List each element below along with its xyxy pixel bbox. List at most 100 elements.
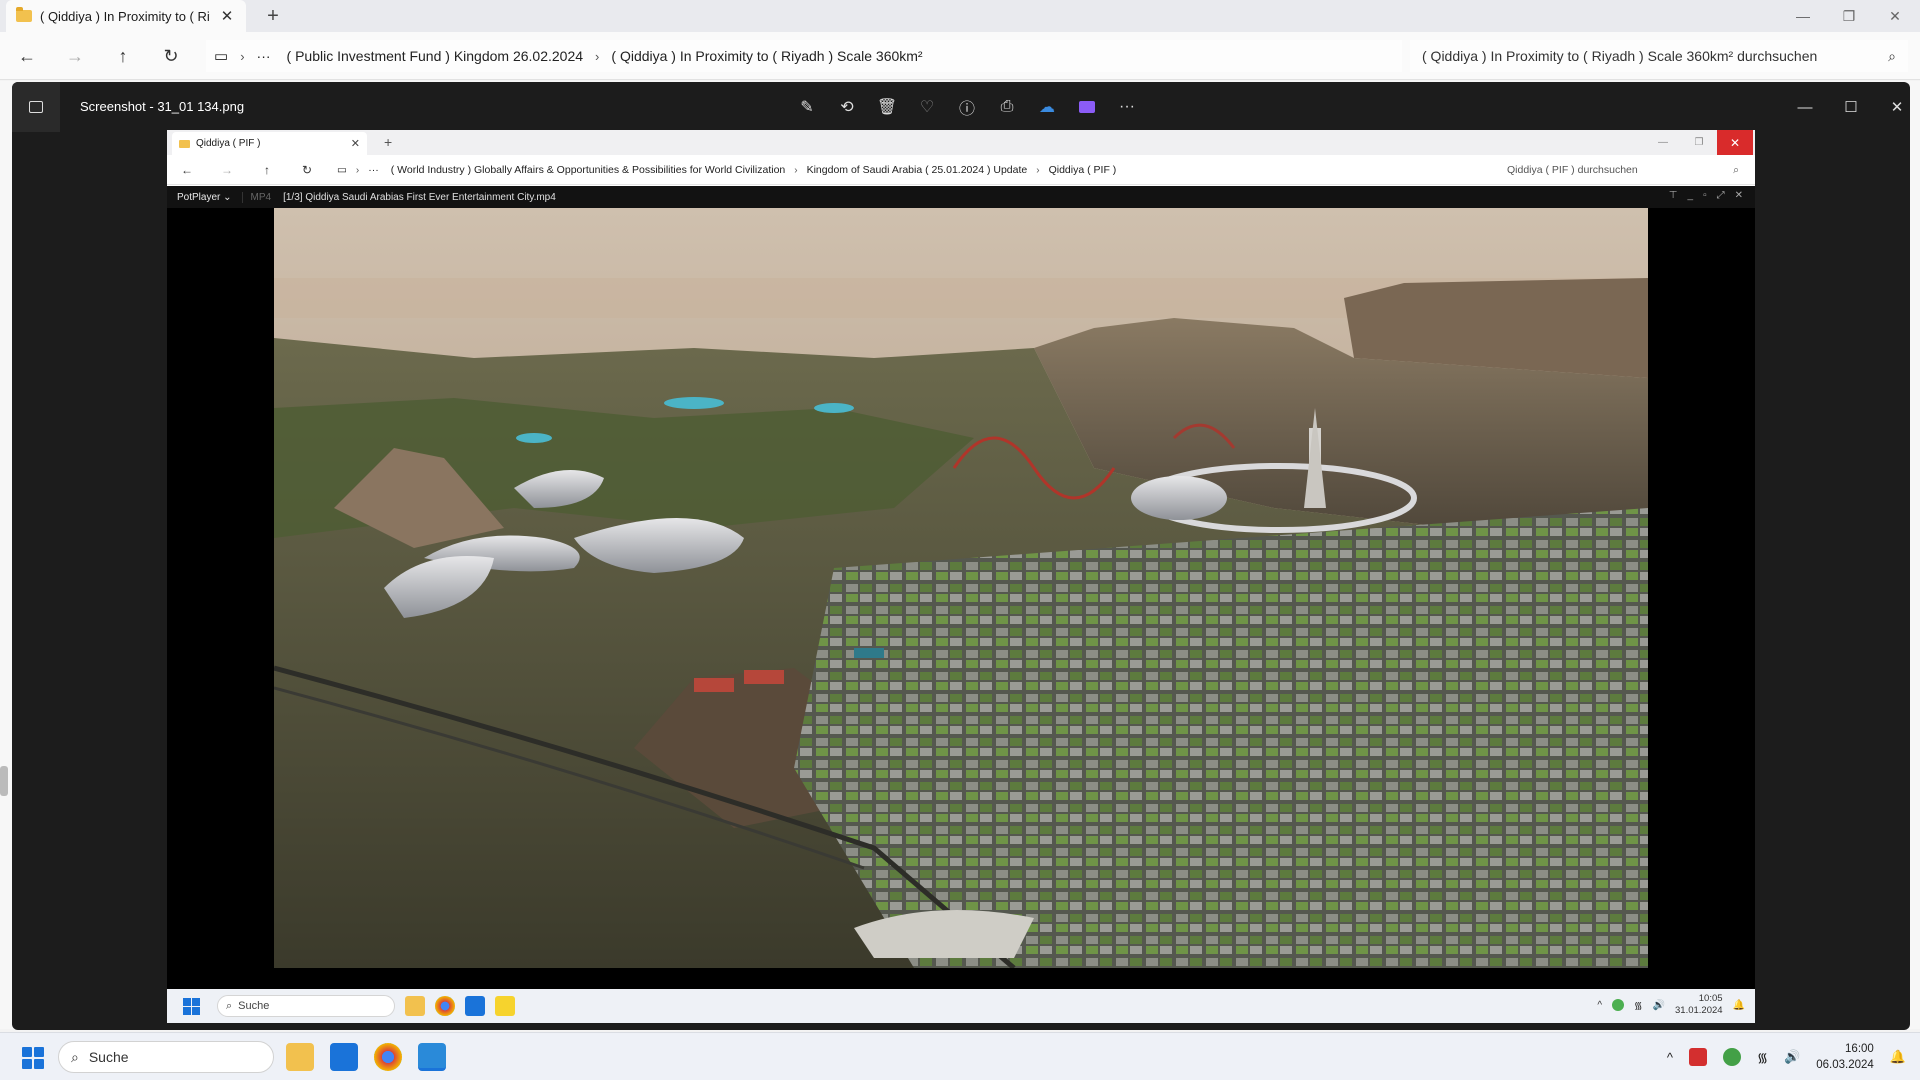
breadcrumb-item: Qiddiya ( PIF ) [1048,164,1117,176]
overflow-ellipsis[interactable]: ··· [249,48,279,64]
chevron-up-icon[interactable]: ^ [1667,1050,1673,1065]
potplayer-window: PotPlayer ⌄ MP4 [1/3] Qiddiya Saudi Arab… [167,186,1755,989]
close-tab-icon[interactable]: ✕ [218,7,236,25]
viewer-title-bar: Screenshot - 31_01 134.png ✎ ⟲ 🗑 ♡ ⓘ ⎙ ☁… [12,82,1910,132]
up-arrow-icon[interactable]: ↑ [110,44,136,68]
chevron-right-icon: › [595,48,600,64]
minimize-icon: _ [1687,190,1694,201]
search-placeholder: ( Qiddiya ) In Proximity to ( Riyadh ) S… [1422,48,1818,64]
chevron-up-icon: ^ [1597,999,1603,1011]
clock[interactable]: 16:00 06.03.2024 [1816,1041,1874,1073]
refresh-icon[interactable]: ↻ [158,44,184,68]
potplayer-icon [495,996,515,1016]
screenshot-image: Qiddiya ( PIF ) ✕ + — ❐ ✕ ← → ↑ ↻ ▭ › ··… [167,130,1755,1023]
onedrive-icon[interactable]: ☁ [1034,94,1060,120]
scrollbar-thumb[interactable] [0,766,8,796]
taskbar-search-input[interactable]: ⌕ Suche [58,1041,274,1073]
search-icon: ⌕ [1888,47,1896,64]
chevron-right-icon: › [355,164,360,176]
taskbar-search-label: Suche [88,1049,129,1065]
potplayer-menu: PotPlayer ⌄ [167,191,243,203]
info-icon[interactable]: ⓘ [954,94,980,120]
volume-icon[interactable]: 🔊 [1784,1049,1800,1065]
restore-icon: ❐ [1694,137,1704,148]
breadcrumb-item[interactable]: ( Qiddiya ) In Proximity to ( Riyadh ) S… [603,48,930,64]
file-explorer-icon[interactable] [286,1043,314,1071]
explorer-tab-bar: ( Qiddiya ) In Proximity to ( Riyadh ) S… [0,0,1920,32]
overflow-ellipsis: ··· [368,164,379,176]
windows-start-icon [183,998,200,1015]
store-icon [465,996,485,1016]
viewer-minimize-button[interactable]: — [1792,94,1818,120]
chrome-icon[interactable] [374,1043,402,1071]
chevron-right-icon: › [240,48,245,64]
close-button[interactable]: ✕ [1872,0,1918,32]
volume-icon: 🔊 [1652,999,1665,1011]
rotate-icon[interactable]: ⟲ [834,94,860,120]
delete-icon[interactable]: 🗑 [874,94,900,120]
inner-explorer-tab: Qiddiya ( PIF ) ✕ [172,132,367,155]
maximize-icon: ▫ [1703,190,1707,201]
edit-icon[interactable]: ✎ [794,94,820,120]
inner-clock: 10:05 31.01.2024 [1675,993,1723,1016]
new-tab-icon: + [384,134,393,150]
close-tab-icon: ✕ [350,138,360,150]
player-window-controls: ⊤ _ ▫ ⤢ ✕ [1669,190,1743,201]
wifi-icon: ᯾ [1634,1001,1643,1012]
video-frame [274,208,1648,968]
search-icon: ⌕ [71,1048,79,1065]
address-bar[interactable]: ▭ › ··· ( Public Investment Fund ) Kingd… [206,40,1402,72]
acrobat-icon[interactable] [1688,1048,1707,1066]
monitor-icon: ▭ [214,48,229,65]
windows-start-button[interactable] [22,1047,44,1069]
notification-bell-icon[interactable]: 🔔 [1890,1049,1906,1065]
viewer-title: Screenshot - 31_01 134.png [80,99,245,114]
breadcrumb-item: ( World Industry ) Globally Affairs & Op… [390,164,786,176]
taskbar: ⌕ Suche ^ ᯾ 🔊 16:00 06.03.2024 🔔 [0,1032,1920,1080]
file-explorer-icon [405,996,425,1016]
fullscreen-icon: ⤢ [1716,190,1725,201]
favorite-heart-icon[interactable]: ♡ [914,94,940,120]
inner-system-tray: ^ ᯾ 🔊 10:05 31.01.2024 🔔 [1597,993,1745,1017]
system-tray: ^ ᯾ 🔊 16:00 06.03.2024 🔔 [1667,1039,1906,1075]
clock-date: 06.03.2024 [1816,1059,1874,1071]
store-icon[interactable] [330,1043,358,1071]
chevron-right-icon: › [794,164,798,176]
pin-icon: ⊤ [1668,190,1678,201]
restore-button[interactable]: ❐ [1826,0,1872,32]
viewer-close-button[interactable]: ✕ [1884,94,1910,120]
inner-address-bar: ▭ › ··· ( World Industry ) Globally Affa… [331,159,1491,181]
photos-app-icon [12,82,60,132]
explorer-nav-bar: ← → ↑ ↻ ▭ › ··· ( Public Investment Fund… [0,32,1920,80]
clock-time: 16:00 [1845,1043,1874,1055]
inner-nav-bar: ← → ↑ ↻ ▭ › ··· ( World Industry ) Globa… [167,155,1755,185]
breadcrumb-item[interactable]: ( Public Investment Fund ) Kingdom 26.02… [279,48,592,64]
photos-app-icon[interactable] [418,1043,446,1071]
clipchamp-icon[interactable] [1074,94,1100,120]
forward-arrow-icon: → [221,163,233,177]
video-filename: [1/3] Qiddiya Saudi Arabias First Ever E… [283,191,556,203]
security-check-icon[interactable] [1722,1048,1741,1066]
new-tab-button[interactable]: + [262,5,284,28]
search-icon: ⌕ [1733,163,1739,176]
folder-icon [16,7,32,22]
city-rendering-image [274,208,1648,968]
folder-icon [179,139,190,148]
forward-arrow-icon[interactable]: → [62,44,88,68]
chevron-right-icon: › [1036,164,1040,176]
security-icon [1612,999,1625,1011]
inner-search-input: Qiddiya ( PIF ) durchsuchen ⌕ [1499,159,1747,181]
print-icon[interactable]: ⎙ [994,94,1020,120]
close-icon: ✕ [1734,190,1743,201]
minimize-button[interactable]: — [1780,0,1826,32]
potplayer-title-bar: PotPlayer ⌄ MP4 [1/3] Qiddiya Saudi Arab… [167,186,1755,208]
search-input[interactable]: ( Qiddiya ) In Proximity to ( Riyadh ) S… [1410,40,1908,72]
minimize-icon: — [1658,137,1668,148]
explorer-tab[interactable]: ( Qiddiya ) In Proximity to ( Riyadh ) S… [6,0,246,32]
inner-tab-bar: Qiddiya ( PIF ) ✕ + — ❐ ✕ [167,130,1755,155]
more-options-icon[interactable]: ··· [1114,94,1140,120]
inner-tab-label: Qiddiya ( PIF ) [196,138,261,149]
viewer-maximize-button[interactable]: ☐ [1838,94,1864,120]
wifi-icon[interactable]: ᯾ [1757,1048,1768,1066]
back-arrow-icon[interactable]: ← [14,44,40,68]
